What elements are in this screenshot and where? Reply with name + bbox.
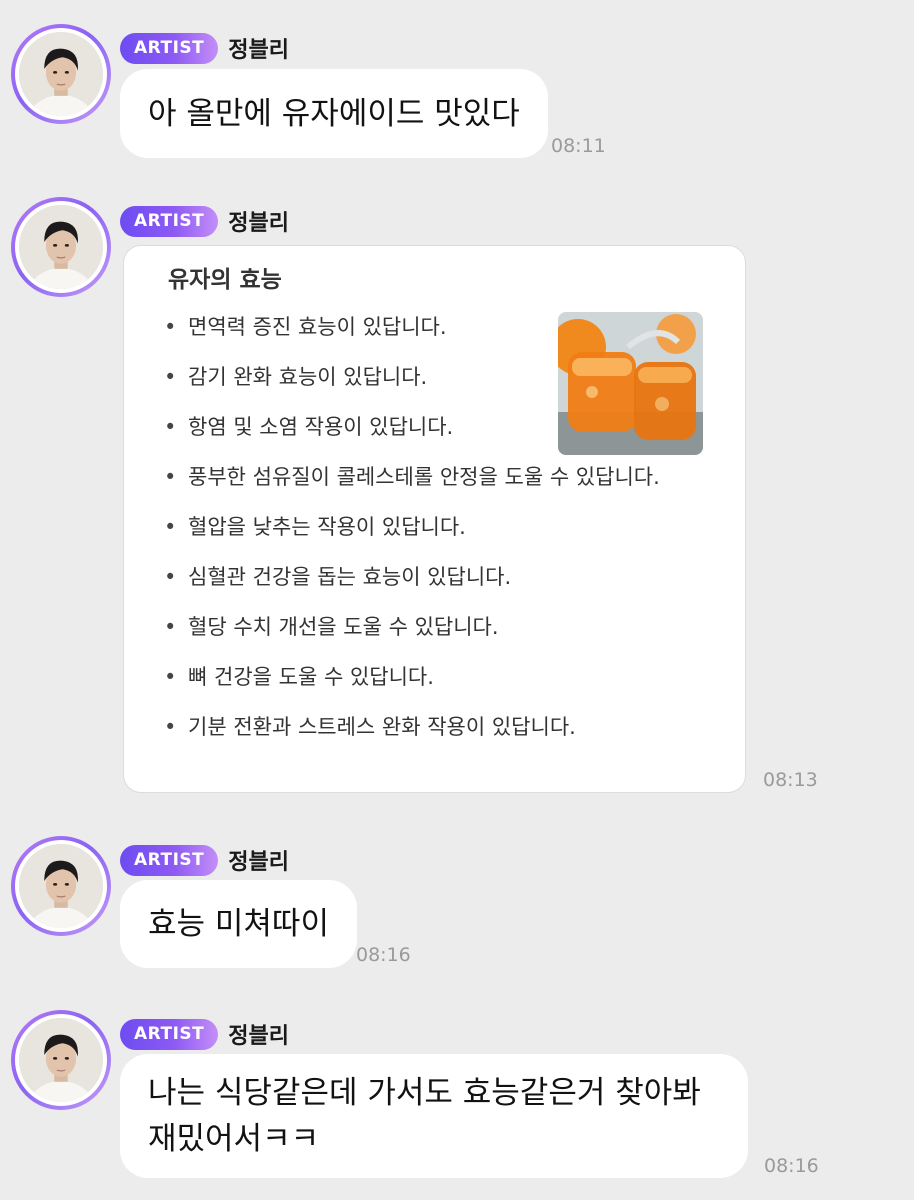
artist-badge: ARTIST bbox=[120, 205, 219, 237]
artist-badge: ARTIST bbox=[120, 844, 219, 876]
list-item: 감기 완화 효능이 있답니다. bbox=[164, 362, 544, 392]
list-item: 면역력 증진 효능이 있답니다. bbox=[164, 312, 544, 342]
list-item: 혈압을 낮추는 작용이 있답니다. bbox=[164, 512, 684, 542]
profile-photo bbox=[19, 32, 103, 116]
info-card[interactable]: 유자의 효능 면역력 증진 효능이 있답니다. 감기 완화 효능이 있답니다. … bbox=[123, 245, 746, 793]
list-item: 혈당 수치 개선을 도울 수 있답니다. bbox=[164, 612, 684, 642]
sender-name: 정블리 bbox=[228, 850, 289, 875]
list-item: 풍부한 섬유질이 콜레스테롤 안정을 도울 수 있답니다. bbox=[164, 462, 684, 492]
avatar[interactable] bbox=[11, 197, 111, 297]
card-title: 유자의 효능 bbox=[168, 267, 282, 293]
avatar[interactable] bbox=[11, 1010, 111, 1110]
artist-badge: ARTIST bbox=[120, 32, 219, 64]
list-item: 뼈 건강을 도울 수 있답니다. bbox=[164, 662, 684, 692]
message-bubble[interactable]: 효능 미쳐따이 bbox=[120, 880, 357, 968]
list-item: 기분 전환과 스트레스 완화 작용이 있답니다. bbox=[164, 712, 684, 742]
avatar[interactable] bbox=[11, 836, 111, 936]
message-text-line-2: 재밌어서ㅋㅋ bbox=[148, 1121, 320, 1157]
yuja-jam-image[interactable] bbox=[558, 312, 703, 455]
artist-badge: ARTIST bbox=[120, 1018, 219, 1050]
timestamp: 08:16 bbox=[356, 944, 411, 966]
message-bubble[interactable]: 아 올만에 유자에이드 맛있다 bbox=[120, 69, 548, 158]
sender-name: 정블리 bbox=[228, 38, 289, 63]
timestamp: 08:13 bbox=[763, 769, 818, 791]
sender-name: 정블리 bbox=[228, 1024, 289, 1049]
profile-photo bbox=[19, 205, 103, 289]
timestamp: 08:11 bbox=[551, 135, 606, 157]
timestamp: 08:16 bbox=[764, 1155, 819, 1177]
list-item: 심혈관 건강을 돕는 효능이 있답니다. bbox=[164, 562, 684, 592]
avatar[interactable] bbox=[11, 24, 111, 124]
message-text: 효능 미쳐따이 bbox=[148, 906, 329, 942]
list-item: 항염 및 소염 작용이 있답니다. bbox=[164, 412, 544, 442]
profile-photo bbox=[19, 1018, 103, 1102]
sender-name: 정블리 bbox=[228, 211, 289, 236]
message-text-line-1: 나는 식당같은데 가서도 효능같은거 찾아봐 bbox=[148, 1075, 701, 1111]
message-text: 아 올만에 유자에이드 맛있다 bbox=[148, 95, 520, 132]
profile-photo bbox=[19, 844, 103, 928]
message-bubble[interactable]: 나는 식당같은데 가서도 효능같은거 찾아봐 재밌어서ㅋㅋ bbox=[120, 1054, 748, 1178]
